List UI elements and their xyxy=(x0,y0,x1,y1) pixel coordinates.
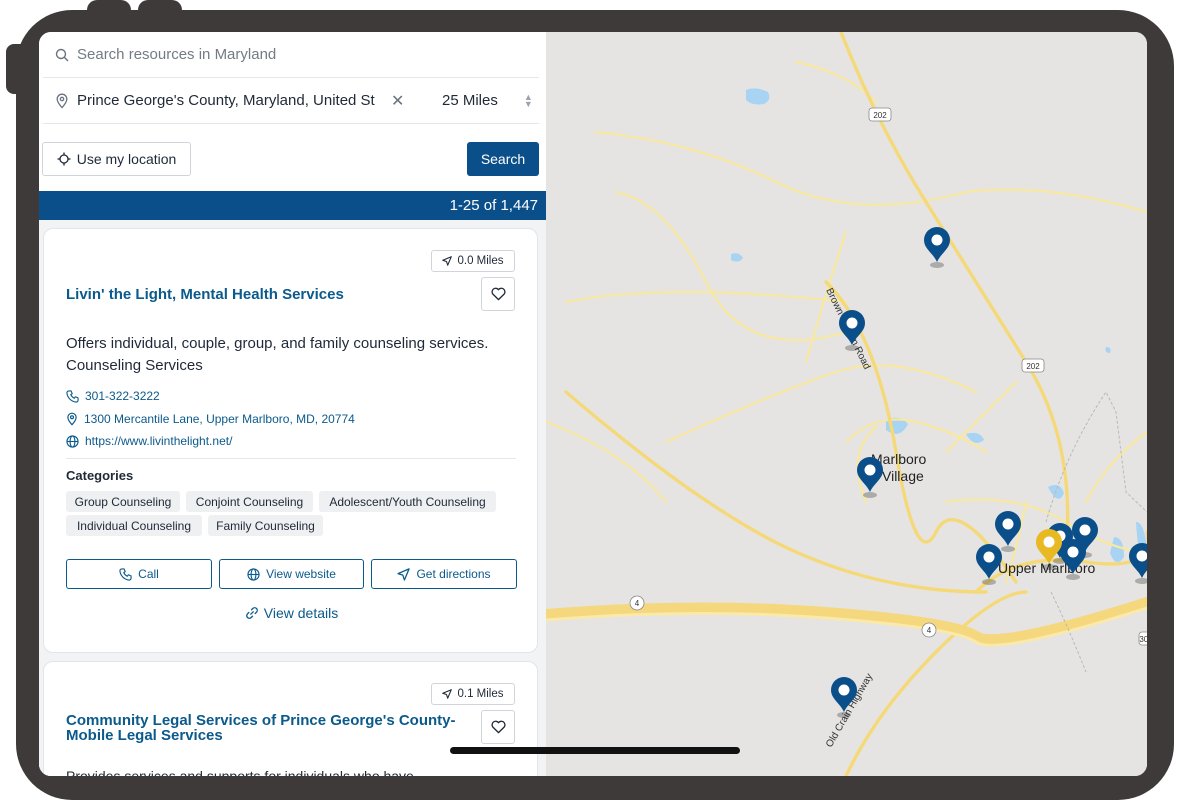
search-box[interactable] xyxy=(43,32,539,78)
get-directions-button[interactable]: Get directions xyxy=(371,559,517,589)
svg-text:202: 202 xyxy=(873,111,887,120)
crosshair-icon xyxy=(57,152,71,166)
distance-badge: 0.1 Miles xyxy=(431,683,515,705)
navigation-arrow-icon xyxy=(442,689,453,699)
call-button[interactable]: Call xyxy=(66,559,212,589)
map-pin-icon xyxy=(56,93,68,109)
favorite-button[interactable] xyxy=(481,277,515,311)
navigation-arrow-icon xyxy=(442,256,453,266)
home-indicator[interactable] xyxy=(450,747,740,754)
svg-text:301: 301 xyxy=(1139,635,1147,644)
heart-icon xyxy=(490,720,506,734)
navigation-arrow-icon xyxy=(397,567,411,581)
map-pin-icon xyxy=(67,412,77,426)
phone-number: 301-322-3222 xyxy=(85,389,160,403)
divider xyxy=(66,458,516,459)
website-url: https://www.livinthelight.net/ xyxy=(85,434,233,448)
listing-title[interactable]: Livin' the Light, Mental Health Services xyxy=(66,287,344,302)
map[interactable]: 202 202 4 4 301 Brown Station Road Old C… xyxy=(546,32,1147,776)
route-shield: 202 xyxy=(1021,358,1045,373)
svg-text:4: 4 xyxy=(635,599,640,608)
screen: Prince George's County, Maryland, United… xyxy=(39,32,1147,776)
phone-icon xyxy=(66,389,79,403)
call-label: Call xyxy=(138,567,159,581)
volume-button xyxy=(138,0,182,14)
category-chip: Conjoint Counseling xyxy=(186,491,313,512)
view-website-label: View website xyxy=(266,567,336,581)
website-link[interactable]: https://www.livinthelight.net/ xyxy=(66,434,232,448)
view-details-link[interactable]: View details xyxy=(44,605,539,621)
svg-text:4: 4 xyxy=(927,626,932,635)
category-chip: Group Counseling xyxy=(66,491,180,512)
result-card: 0.1 Miles Community Legal Services of Pr… xyxy=(43,661,538,776)
distance-text: 0.1 Miles xyxy=(457,688,504,700)
favorite-button[interactable] xyxy=(481,710,515,744)
address-link[interactable]: 1300 Mercantile Lane, Upper Marlboro, MD… xyxy=(66,412,355,426)
listing-title[interactable]: Community Legal Services of Prince Georg… xyxy=(66,713,456,728)
results-count-bar: 1-25 of 1,447 xyxy=(39,191,546,220)
globe-icon xyxy=(66,434,79,448)
map-pin[interactable] xyxy=(857,457,883,498)
link-icon xyxy=(245,607,258,619)
radius-select[interactable]: 25 Miles xyxy=(442,92,498,109)
address-text: 1300 Mercantile Lane, Upper Marlboro, MD… xyxy=(84,412,355,426)
result-card: 0.0 Miles Livin' the Light, Mental Healt… xyxy=(43,228,538,653)
volume-button xyxy=(87,0,131,14)
phone-icon xyxy=(119,567,132,581)
heart-icon xyxy=(490,287,506,301)
map-pin[interactable] xyxy=(924,227,950,268)
search-input[interactable] xyxy=(77,46,517,63)
listing-title[interactable]: Mobile Legal Services xyxy=(66,728,223,743)
route-shield: 4 xyxy=(629,595,645,611)
side-button xyxy=(6,44,22,94)
map-pin[interactable] xyxy=(1129,543,1147,584)
map-pin[interactable] xyxy=(976,544,1002,585)
distance-badge: 0.0 Miles xyxy=(431,250,515,272)
listing-description: Provides services and supports for indiv… xyxy=(66,768,414,776)
route-shield: 4 xyxy=(921,622,937,638)
results-list[interactable]: 0.0 Miles Livin' the Light, Mental Healt… xyxy=(39,220,546,776)
get-directions-label: Get directions xyxy=(416,567,491,581)
use-my-location-label: Use my location xyxy=(76,151,177,167)
select-arrows-icon[interactable]: ▲ ▼ xyxy=(524,92,533,108)
category-chip: Family Counseling xyxy=(208,515,323,536)
results-panel: Prince George's County, Maryland, United… xyxy=(39,32,546,776)
phone-link[interactable]: 301-322-3222 xyxy=(66,389,160,403)
view-details-label: View details xyxy=(263,605,339,621)
distance-text: 0.0 Miles xyxy=(457,255,504,267)
search-button[interactable]: Search xyxy=(467,142,539,176)
clear-location-icon[interactable]: ✕ xyxy=(391,91,405,111)
route-shield: 301 xyxy=(1138,631,1147,646)
category-chip: Adolescent/Youth Counseling xyxy=(319,491,496,512)
place-label: Village xyxy=(882,468,924,484)
categories-heading: Categories xyxy=(66,468,134,483)
location-input[interactable]: Prince George's County, Maryland, United… xyxy=(77,92,383,109)
location-box: Prince George's County, Maryland, United… xyxy=(43,78,539,124)
results-count: 1-25 of 1,447 xyxy=(449,197,538,214)
search-icon xyxy=(55,48,69,61)
listing-description: Offers individual, couple, group, and fa… xyxy=(66,335,489,374)
route-shield: 202 xyxy=(868,107,892,122)
use-my-location-button[interactable]: Use my location xyxy=(42,142,191,176)
view-website-button[interactable]: View website xyxy=(219,559,364,589)
globe-icon xyxy=(247,567,260,581)
map-canvas: 202 202 4 4 301 Brown Station Road Old C… xyxy=(546,32,1147,776)
svg-text:202: 202 xyxy=(1026,362,1040,371)
category-chip: Individual Counseling xyxy=(66,515,202,536)
